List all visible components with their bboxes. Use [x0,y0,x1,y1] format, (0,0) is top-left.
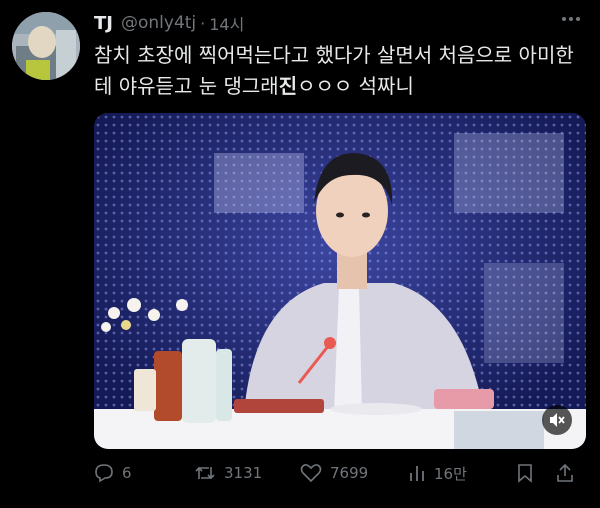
heart-icon [300,464,322,483]
views-button[interactable]: 16만 [408,463,516,484]
action-bar: 6 3131 7699 16만 [94,458,586,488]
separator-dot: · [200,13,206,33]
share-icon [557,463,573,482]
bookmark-button[interactable] [516,463,556,483]
like-count: 7699 [330,464,369,482]
retweet-icon [195,466,215,480]
reply-count: 6 [122,464,132,482]
like-button[interactable]: 7699 [300,463,408,483]
video-frame [94,113,586,449]
volume-muted-icon[interactable] [542,405,572,435]
ellipsis-icon[interactable] [560,8,582,36]
timestamp[interactable]: 14시 [209,11,244,35]
tweet-text: 참치 초장에 찍어먹는다고 했다가 살면서 처음으로 아미한테 야유듣고 눈 댕… [94,40,584,102]
retweet-count: 3131 [224,464,263,482]
bookmark-icon [518,464,532,483]
views-chart-icon [410,466,424,481]
reply-icon [95,464,113,483]
user-handle[interactable]: @only4tj [121,13,196,33]
reply-button[interactable]: 6 [94,463,194,483]
video-media[interactable] [94,113,586,449]
avatar[interactable] [12,12,80,80]
tweet-text-part-end: ㅇㅇㅇ 석짜니 [297,74,414,98]
display-name[interactable]: TJ [94,13,113,34]
tweet-header: TJ @only4tj · 14시 [94,10,580,36]
share-button[interactable] [556,463,586,483]
tweet-text-bold: 진 [278,74,298,98]
views-count: 16만 [434,464,467,483]
retweet-button[interactable]: 3131 [194,463,300,483]
